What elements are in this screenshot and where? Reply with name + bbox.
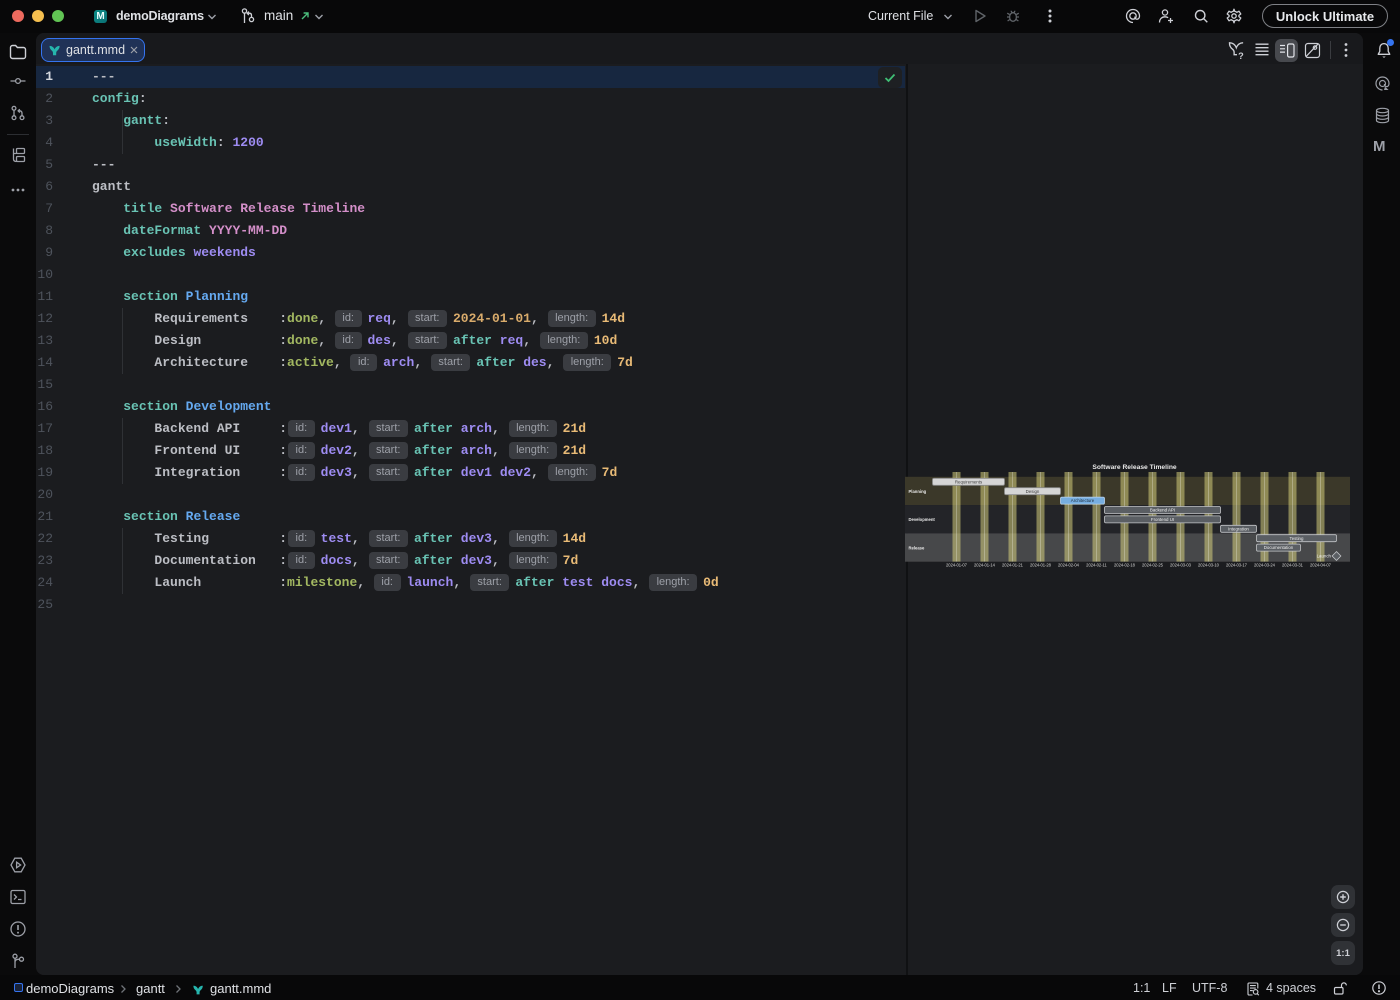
svg-text:?: ? [1238,51,1244,60]
